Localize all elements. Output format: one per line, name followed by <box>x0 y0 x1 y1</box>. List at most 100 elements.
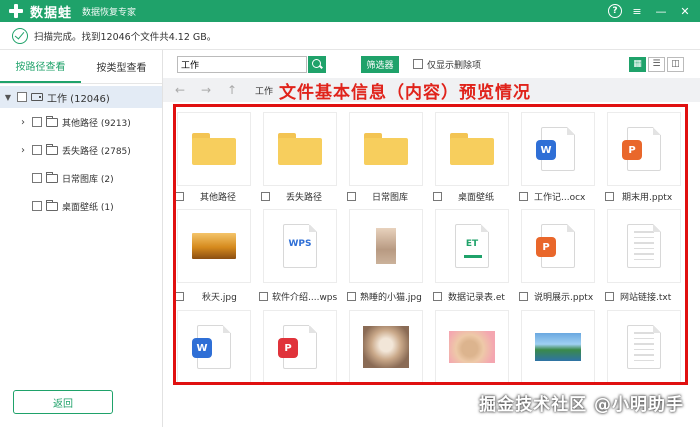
tree-item-other-paths[interactable]: › 其他路径 (9213) <box>0 108 162 136</box>
only-deleted-toggle[interactable]: 仅显示删除项 <box>409 58 481 71</box>
scan-status-bar: 扫描完成。找到12046个文件共4.12 GB。 <box>0 22 700 50</box>
search-box <box>177 55 307 73</box>
search-input[interactable] <box>178 59 306 69</box>
file-name: 软件介绍....wps <box>272 293 338 303</box>
file-item[interactable]: 其他路径 <box>175 190 236 203</box>
detail-view-icon[interactable]: ◫ <box>667 56 684 72</box>
text-doc-icon <box>627 325 661 369</box>
file-item[interactable]: 桌面壁纸 <box>433 190 494 203</box>
checkbox[interactable] <box>413 59 423 69</box>
view-switcher: ▦ ☰ ◫ <box>629 56 684 72</box>
file-tile[interactable] <box>607 209 681 283</box>
file-tile[interactable] <box>607 310 681 384</box>
checkbox[interactable] <box>605 292 614 301</box>
folder-icon <box>46 115 58 127</box>
file-item[interactable]: 期末用.pptx <box>605 190 672 203</box>
list-view-icon[interactable]: ☰ <box>648 56 665 72</box>
back-button[interactable]: 返回 <box>13 390 113 414</box>
file-tile[interactable] <box>349 310 423 384</box>
filter-button[interactable]: 筛选器 <box>361 55 399 73</box>
checkbox[interactable] <box>259 292 268 301</box>
checkbox[interactable] <box>433 192 442 201</box>
file-tile[interactable] <box>177 209 251 283</box>
menu-icon[interactable]: ≡ <box>628 3 646 19</box>
tree-item-label: 丢失路径 (2785) <box>62 146 131 157</box>
text-doc-icon <box>627 224 661 268</box>
file-item[interactable]: 熟睡的小猫.jpg <box>347 290 422 303</box>
back-arrow-icon[interactable]: ← <box>167 83 193 97</box>
file-tile[interactable] <box>521 310 595 384</box>
forward-arrow-icon[interactable]: → <box>193 83 219 97</box>
close-icon[interactable]: ✕ <box>676 3 694 19</box>
file-item[interactable]: 丢失路径 <box>261 190 322 203</box>
file-tile[interactable] <box>177 112 251 186</box>
file-tile[interactable]: W <box>521 112 595 186</box>
tree-item-lost-paths[interactable]: › 丢失路径 (2785) <box>0 136 162 164</box>
file-item[interactable]: 网站链接.txt <box>605 290 671 303</box>
file-item[interactable]: 日常图库 <box>347 190 408 203</box>
grid-view-icon[interactable]: ▦ <box>629 56 646 72</box>
lake-photo-thumbnail <box>535 333 581 361</box>
file-tile[interactable]: ET <box>435 209 509 283</box>
tab-by-type[interactable]: 按类型查看 <box>81 50 162 83</box>
tree-item-daily-gallery[interactable]: 日常图库 (2) <box>0 164 162 192</box>
folder-icon <box>450 133 494 165</box>
checkbox[interactable] <box>32 173 42 183</box>
chevron-right-icon[interactable]: › <box>18 145 28 156</box>
folder-icon <box>278 133 322 165</box>
checkbox[interactable] <box>347 192 356 201</box>
file-item[interactable]: 秋天.jpg <box>175 290 237 303</box>
file-item[interactable]: 软件介绍....wps <box>259 290 337 303</box>
tree-item-label: 其他路径 (9213) <box>62 118 131 129</box>
tree-root-label: 工作 (12046) <box>47 93 110 105</box>
checkbox[interactable] <box>519 292 528 301</box>
checkbox[interactable] <box>17 92 27 102</box>
file-tile[interactable] <box>435 310 509 384</box>
file-name: 说明展示.pptx <box>534 293 594 303</box>
checkbox[interactable] <box>175 192 184 201</box>
checkbox[interactable] <box>32 117 42 127</box>
file-item[interactable]: 说明展示.pptx <box>519 290 593 303</box>
wps-badge: WPS <box>288 239 312 249</box>
tree-root-work[interactable]: ▼ 工作 (12046) <box>0 86 162 108</box>
search-icon[interactable] <box>308 55 326 73</box>
tab-by-path[interactable]: 按路径查看 <box>0 50 81 83</box>
annotation-banner: 文件基本信息（内容）预览情况 <box>279 82 532 103</box>
checkbox[interactable] <box>261 192 270 201</box>
view-mode-tabs: 按路径查看 按类型查看 <box>0 50 162 84</box>
up-arrow-icon[interactable]: ↑ <box>219 83 245 97</box>
help-icon[interactable]: ? <box>608 4 622 18</box>
tree-item-desktop-wallpaper[interactable]: 桌面壁纸 (1) <box>0 192 162 220</box>
checkbox[interactable] <box>433 292 442 301</box>
file-tile[interactable] <box>349 112 423 186</box>
title-bar: 数据蛙 数据恢复专家 ? ≡ — ✕ <box>0 0 700 22</box>
chevron-down-icon[interactable]: ▼ <box>3 93 13 102</box>
file-item[interactable]: 数据记录表.et <box>433 290 505 303</box>
cat-photo-thumbnail <box>363 326 409 368</box>
toolbar: 筛选器 仅显示删除项 ▦ ☰ ◫ <box>163 50 700 78</box>
breadcrumb[interactable]: 工作 <box>255 84 273 97</box>
app-subtitle: 数据恢复专家 <box>82 7 137 18</box>
file-tile[interactable]: P <box>607 112 681 186</box>
file-tile[interactable] <box>263 112 337 186</box>
only-deleted-label: 仅显示删除项 <box>427 60 482 71</box>
file-tile[interactable] <box>435 112 509 186</box>
checkbox[interactable] <box>347 292 356 301</box>
file-tile[interactable]: P <box>521 209 595 283</box>
ppt-badge: P <box>536 237 556 257</box>
file-tile[interactable] <box>349 209 423 283</box>
checkbox[interactable] <box>605 192 614 201</box>
file-tile[interactable]: WPS <box>263 209 337 283</box>
word-doc-icon: W <box>192 325 231 369</box>
file-tile[interactable]: P <box>263 310 337 384</box>
checkbox[interactable] <box>519 192 528 201</box>
chevron-right-icon[interactable]: › <box>18 117 28 128</box>
file-item[interactable]: 工作记...ocx <box>519 190 585 203</box>
minimize-icon[interactable]: — <box>652 3 670 19</box>
folder-icon <box>46 171 58 183</box>
checkbox[interactable] <box>32 201 42 211</box>
checkbox[interactable] <box>175 292 184 301</box>
file-tile[interactable]: W <box>177 310 251 384</box>
checkbox[interactable] <box>32 145 42 155</box>
folder-icon <box>364 133 408 165</box>
